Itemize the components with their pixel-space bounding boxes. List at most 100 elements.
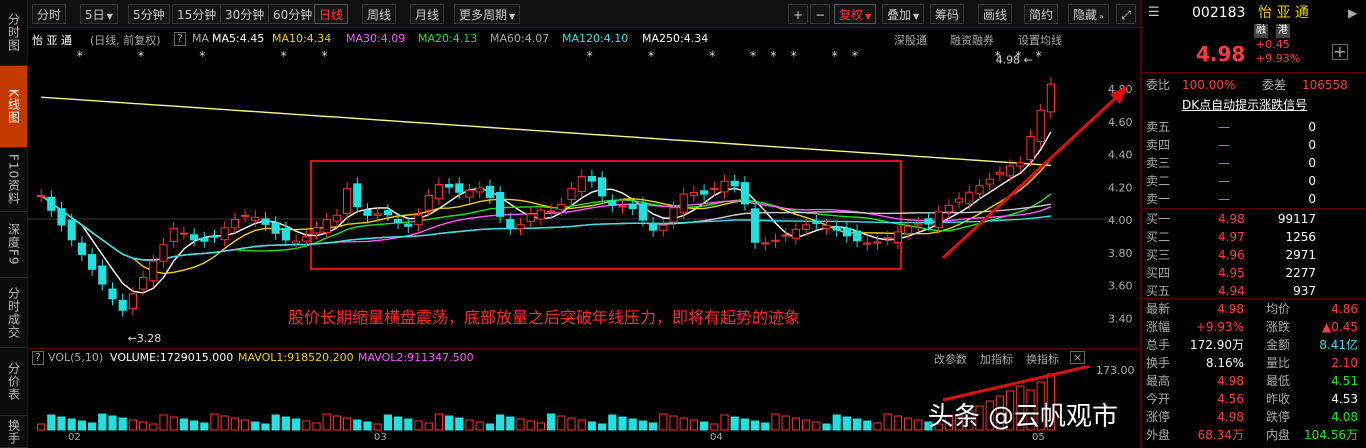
stat-label: 跌停 bbox=[1266, 410, 1291, 424]
simple-button[interactable]: 简约 bbox=[1024, 4, 1059, 24]
buy-price: 4.97 bbox=[1218, 230, 1245, 244]
weibi-label: 委比 bbox=[1146, 78, 1171, 92]
sell-row[interactable]: 卖二 — 0 bbox=[1142, 172, 1362, 190]
close-icon[interactable]: × bbox=[1070, 351, 1086, 364]
candle-body bbox=[251, 216, 260, 221]
tab-f10[interactable]: F10资料 bbox=[0, 148, 27, 212]
ma-label: MA bbox=[192, 32, 210, 45]
volume-bar bbox=[547, 413, 556, 431]
sell-price: — bbox=[1218, 138, 1230, 152]
signal-link[interactable]: DK点自动提示涨跌信号 bbox=[1182, 96, 1307, 114]
swap-indicator-link[interactable]: 换指标 bbox=[1026, 351, 1059, 367]
vol-volume: VOLUME:1729015.000 bbox=[110, 351, 234, 364]
period-more-label: 更多周期 bbox=[459, 8, 508, 22]
hide-label: 隐藏 bbox=[1073, 8, 1098, 22]
candle-body bbox=[618, 205, 627, 208]
candle-body bbox=[332, 214, 341, 222]
tab-timeshare[interactable]: 分时图 bbox=[0, 0, 27, 66]
help-icon[interactable]: ? bbox=[174, 32, 186, 46]
volume-bar bbox=[812, 421, 821, 431]
period-monthly[interactable]: 月线 bbox=[410, 4, 445, 24]
link-margin[interactable]: 融资融券 bbox=[950, 32, 994, 48]
x-axis: 02 03 04 05 bbox=[28, 432, 1118, 448]
vol-label: VOL(5,10) bbox=[48, 351, 104, 364]
volume-bar bbox=[863, 420, 872, 431]
kline-chart[interactable]: ←3.284.98 ← **************** 4.804.604.4… bbox=[28, 48, 1140, 348]
tab-kline[interactable]: K线图 bbox=[0, 66, 27, 148]
sell-row[interactable]: 卖三 — 0 bbox=[1142, 154, 1362, 172]
sell-row[interactable]: 卖五 — 0 bbox=[1142, 118, 1362, 136]
period-more[interactable]: 更多周期 ▼ bbox=[454, 4, 521, 24]
candle-body bbox=[781, 234, 790, 237]
link-hk-connect[interactable]: 深股通 bbox=[894, 32, 927, 48]
buy-row[interactable]: 买三 4.96 2971 bbox=[1142, 246, 1362, 264]
buy-row[interactable]: 买二 4.97 1256 bbox=[1142, 228, 1362, 246]
candle-body bbox=[57, 208, 66, 226]
stat-label: 涨跌 bbox=[1266, 320, 1291, 334]
next-stock-icon[interactable]: ▶ bbox=[1348, 4, 1357, 22]
sell-label: 卖五 bbox=[1146, 120, 1171, 134]
change-param-link[interactable]: 改参数 bbox=[934, 351, 967, 367]
help-icon[interactable]: ? bbox=[32, 351, 44, 365]
stat-label: 最新 bbox=[1146, 302, 1171, 316]
volume-bar bbox=[506, 416, 515, 431]
tab-turnover[interactable]: 换手 bbox=[0, 416, 27, 448]
volume-bar bbox=[771, 413, 780, 431]
volume-bar bbox=[312, 422, 321, 431]
stat-label: 总手 bbox=[1146, 338, 1171, 352]
stat-row: 涨停 4.98 跌停 4.08 bbox=[1142, 408, 1364, 426]
stat-row: 今开 4.56 昨收 4.53 bbox=[1142, 390, 1364, 408]
period-60min[interactable]: 60分钟 bbox=[268, 4, 318, 24]
candle-body bbox=[261, 218, 270, 225]
period-daily[interactable]: 日线 bbox=[314, 4, 349, 24]
volume-bar bbox=[700, 421, 709, 431]
expand-icon[interactable]: ⤢ bbox=[1116, 4, 1136, 24]
candle-body bbox=[200, 237, 209, 242]
sell-price: — bbox=[1218, 156, 1230, 170]
y-axis-ticks: 4.804.604.404.204.003.803.603.40 bbox=[1108, 83, 1133, 326]
hide-button[interactable]: 隐藏» bbox=[1068, 4, 1109, 24]
star-marker: * bbox=[648, 49, 654, 63]
sell-row[interactable]: 卖四 — 0 bbox=[1142, 136, 1362, 154]
zoom-in-button[interactable]: + bbox=[788, 4, 808, 24]
period-15min[interactable]: 15分钟 bbox=[172, 4, 222, 24]
period-30min[interactable]: 30分钟 bbox=[220, 4, 270, 24]
volume-bar bbox=[302, 420, 311, 431]
candle-body bbox=[434, 183, 443, 200]
tab-depth[interactable]: 深度F9 bbox=[0, 212, 27, 278]
sell-row[interactable]: 卖一 — 0 bbox=[1142, 190, 1362, 208]
draw-button[interactable]: 画线 bbox=[978, 4, 1013, 24]
add-indicator-link[interactable]: 加指标 bbox=[980, 351, 1013, 367]
y-tick-label: 4.00 bbox=[1108, 214, 1133, 227]
zoom-out-button[interactable]: − bbox=[810, 4, 830, 24]
adjust-button[interactable]: 复权 ▼ bbox=[834, 4, 877, 24]
add-watchlist-button[interactable]: + bbox=[1332, 44, 1348, 60]
buy-row[interactable]: 买一 4.98 99117 bbox=[1142, 210, 1362, 228]
x-tick-label: 05 bbox=[1032, 432, 1045, 443]
period-weekly[interactable]: 周线 bbox=[362, 4, 397, 24]
volume-bar bbox=[322, 413, 331, 431]
quote-menu-icon[interactable]: ☰ bbox=[1148, 4, 1160, 22]
stat-value: 4.51 bbox=[1331, 374, 1358, 388]
tab-trades[interactable]: 分时成交 bbox=[0, 278, 27, 348]
candle-body bbox=[608, 200, 617, 206]
buy-row[interactable]: 买四 4.95 2277 bbox=[1142, 264, 1362, 282]
period-5min[interactable]: 5分钟 bbox=[128, 4, 170, 24]
candle-body bbox=[139, 277, 148, 290]
stat-label: 最低 bbox=[1266, 374, 1291, 388]
volume-bar bbox=[169, 416, 178, 431]
link-ma-settings[interactable]: 设置均线 bbox=[1018, 32, 1062, 48]
period-toolbar: 分时 5日 ▼ 5分钟 15分钟 30分钟 60分钟 日线 周线 月线 更多周期 ▼… bbox=[28, 0, 1140, 28]
candle-body bbox=[465, 189, 474, 198]
candle-body bbox=[220, 227, 229, 241]
chips-button[interactable]: 筹码 bbox=[930, 4, 965, 24]
volume-info-bar: ? VOL(5,10) VOLUME:1729015.000 MAVOL1:91… bbox=[28, 348, 1140, 366]
overlay-button[interactable]: 叠加 ▼ bbox=[882, 4, 925, 24]
period-5day[interactable]: 5日 ▼ bbox=[80, 4, 118, 24]
volume-bar bbox=[445, 415, 454, 431]
star-marker: * bbox=[995, 49, 1001, 63]
period-timeshare[interactable]: 分时 bbox=[32, 4, 67, 24]
tab-price-table[interactable]: 分价表 bbox=[0, 348, 27, 416]
volume-bar bbox=[373, 423, 382, 431]
stat-value: 172.90万 bbox=[1190, 338, 1244, 352]
